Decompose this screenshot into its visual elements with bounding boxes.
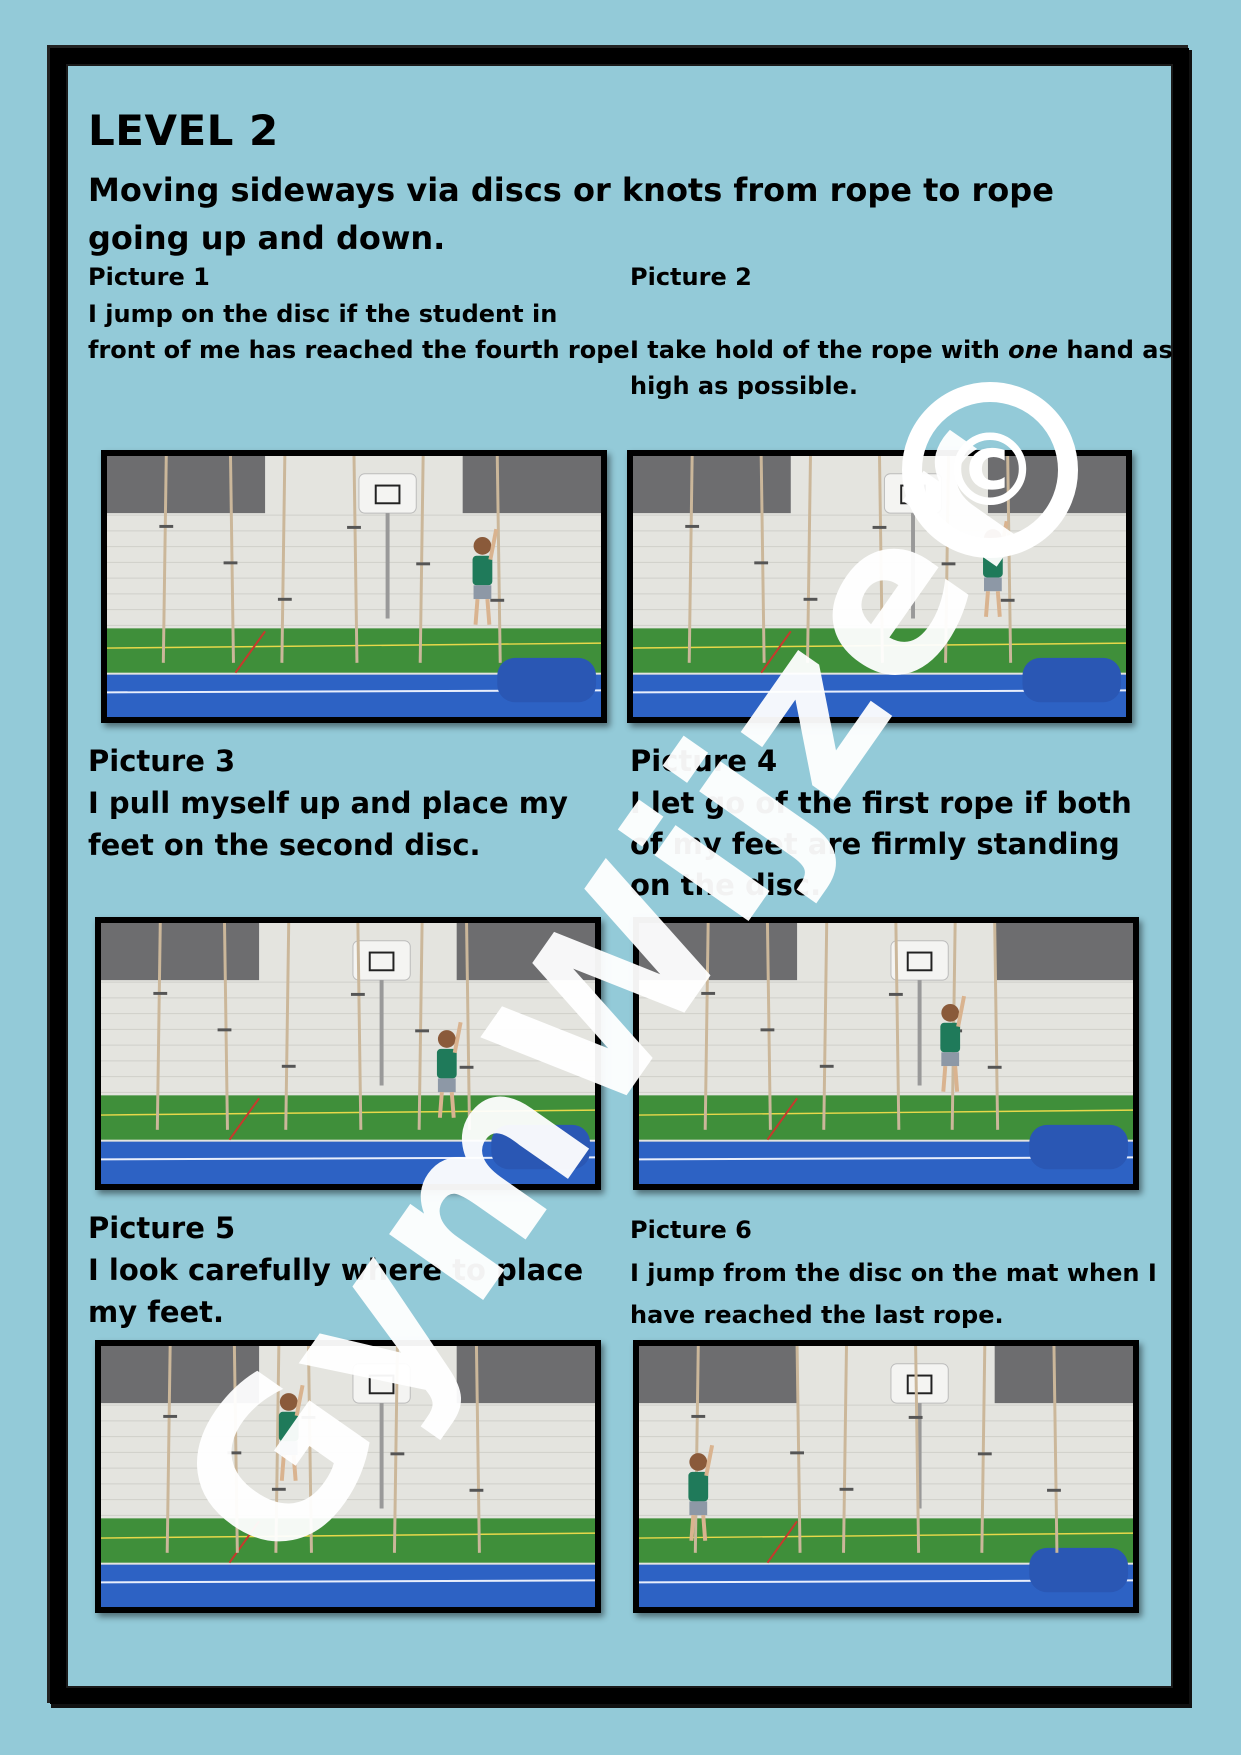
picture-5-label: Picture 5 bbox=[88, 1211, 236, 1245]
level-heading: LEVEL 2 bbox=[88, 106, 279, 155]
page-subtitle: Moving sideways via discs or knots from … bbox=[88, 171, 1054, 257]
picture-2-line-1: I take hold of the rope with one hand as bbox=[630, 332, 1173, 368]
picture-1-label: Picture 1 bbox=[88, 263, 210, 291]
photo-5 bbox=[95, 1340, 601, 1613]
gym-scene-2 bbox=[633, 456, 1126, 717]
gym-scene-3 bbox=[101, 923, 595, 1184]
picture-2-line-2: high as possible. bbox=[630, 372, 859, 400]
picture-3-label: Picture 3 bbox=[88, 744, 236, 778]
picture-6-label: Picture 6 bbox=[630, 1216, 752, 1244]
picture-2-text-b: hand as bbox=[1058, 336, 1173, 364]
picture-4-line-2: of my feet are firmly standing bbox=[630, 827, 1120, 861]
picture-3-line-2: feet on the second disc. bbox=[88, 828, 481, 862]
gym-scene-1 bbox=[107, 456, 601, 717]
photo-2 bbox=[627, 450, 1132, 723]
photo-4 bbox=[633, 917, 1139, 1190]
photo-3 bbox=[95, 917, 601, 1190]
photo-1 bbox=[101, 450, 607, 723]
picture-5-line-1: I look carefully where to place bbox=[88, 1253, 584, 1287]
gym-scene-5 bbox=[101, 1346, 595, 1607]
picture-4-label: Picture 4 bbox=[630, 744, 778, 778]
picture-4-line-1: I let go of the first rope if both bbox=[630, 786, 1132, 820]
picture-5-line-2: my feet. bbox=[88, 1295, 225, 1329]
picture-3-line-1: I pull myself up and place my bbox=[88, 786, 568, 820]
photo-6 bbox=[633, 1340, 1139, 1613]
picture-2-label: Picture 2 bbox=[630, 263, 752, 291]
picture-4-line-3: on the disc. bbox=[630, 868, 822, 902]
picture-6-line-2: have reached the last rope. bbox=[630, 1301, 1004, 1329]
picture-2-text-a: I take hold of the rope with bbox=[630, 336, 1009, 364]
picture-1-line-2: front of me has reached the fourth rope. bbox=[88, 336, 639, 364]
gym-scene-4 bbox=[639, 923, 1133, 1184]
gym-scene-6 bbox=[639, 1346, 1133, 1607]
picture-6-line-1: I jump from the disc on the mat when I bbox=[630, 1259, 1157, 1287]
picture-1-line-1: I jump on the disc if the student in bbox=[88, 300, 558, 328]
picture-2-emphasis: one bbox=[1008, 336, 1059, 364]
